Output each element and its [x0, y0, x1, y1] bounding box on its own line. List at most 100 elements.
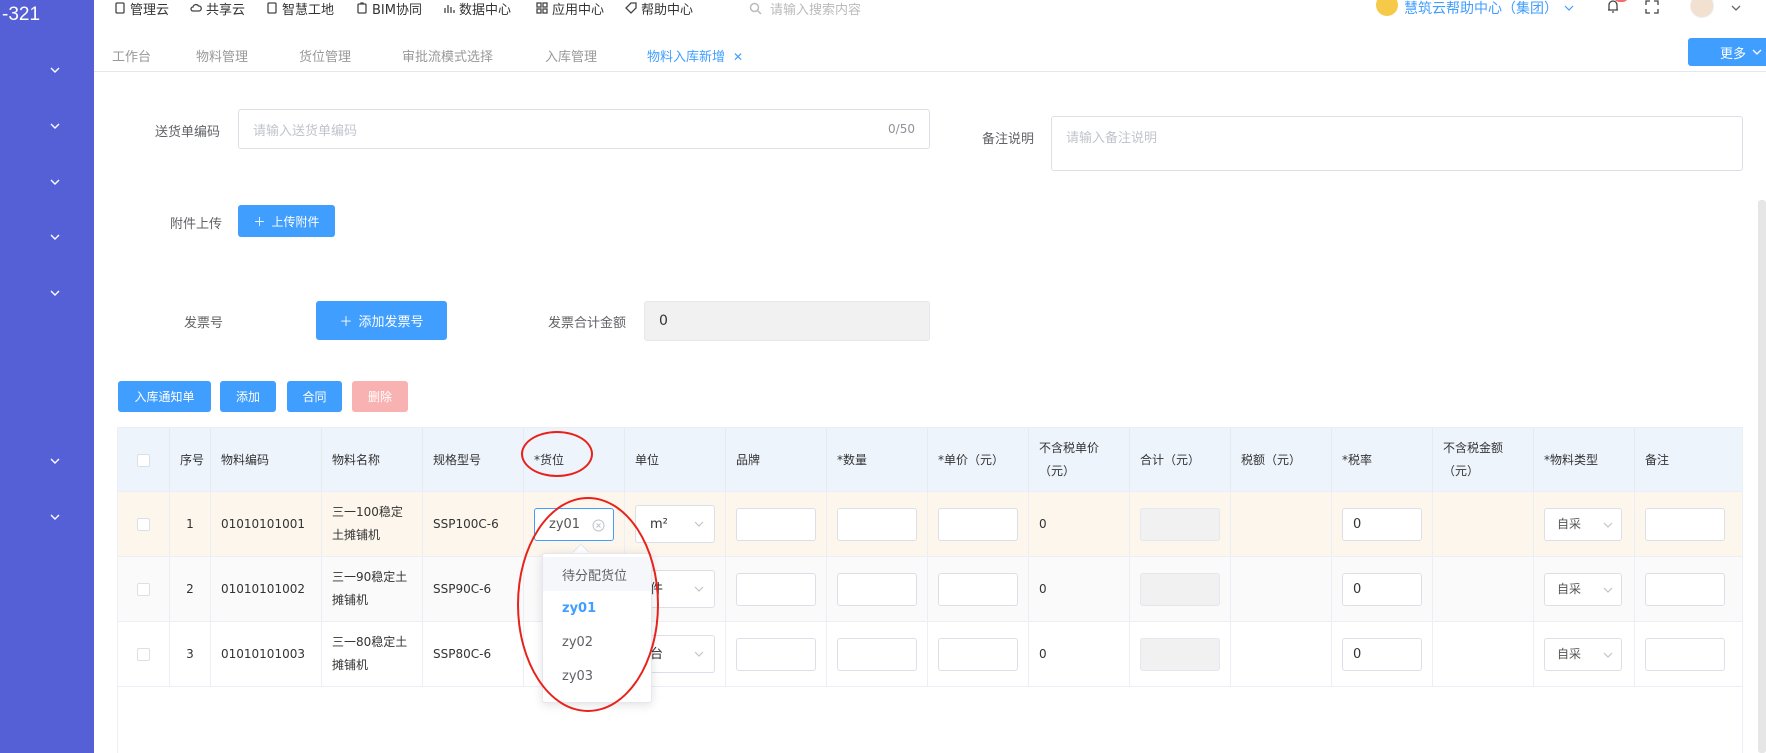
search-input[interactable]: 请输入搜索内容	[770, 0, 861, 18]
qty-input[interactable]	[837, 572, 917, 606]
material-type-select[interactable]: 自采	[1544, 572, 1622, 606]
sidebar-title: -321	[2, 4, 41, 25]
tab-material-inbound-new[interactable]: 物料入库新增 ✕	[647, 46, 743, 65]
inbound-notice-button[interactable]: 入库通知单	[118, 381, 211, 412]
upload-attachment-button[interactable]: ＋ 上传附件	[238, 205, 335, 237]
dropdown-option-selected[interactable]: zy01	[543, 591, 651, 625]
chevron-down-icon	[1603, 522, 1613, 528]
select-all-checkbox[interactable]	[137, 453, 150, 467]
invoice-total-field: 0	[644, 301, 930, 341]
dropdown-option[interactable]: 待分配货位	[543, 557, 651, 591]
qty-input[interactable]	[837, 637, 917, 671]
dropdown-option[interactable]: zy02	[543, 625, 651, 659]
brand-input[interactable]	[736, 572, 816, 606]
cell-price-ex-tax: 0	[1029, 492, 1130, 556]
cell-seq: 2	[170, 557, 211, 621]
nav-item-smart-site[interactable]: 智慧工地	[266, 0, 334, 18]
tab-material-management[interactable]: 物料管理	[196, 46, 248, 65]
sidebar-chevron-down-icon[interactable]	[49, 120, 61, 132]
sidebar-chevron-down-icon[interactable]	[49, 64, 61, 76]
attachment-label: 附件上传	[170, 217, 223, 232]
sidebar: -321	[0, 0, 94, 753]
cell-name: 三一100稳定 土摊铺机	[322, 492, 423, 556]
help-center-dropdown[interactable]: 慧筑云帮助中心（集团）	[1376, 0, 1574, 17]
contract-button[interactable]: 合同	[287, 381, 342, 412]
add-row-button[interactable]: 添加	[220, 381, 276, 412]
tab-workbench[interactable]: 工作台	[112, 46, 151, 65]
cell-tax	[1231, 622, 1332, 686]
document-icon	[267, 2, 277, 14]
brand-input[interactable]	[736, 637, 816, 671]
delivery-code-label: 送货单编码	[155, 125, 221, 140]
tab-inbound-management[interactable]: 入库管理	[545, 46, 597, 65]
cell-spec: SSP100C-6	[423, 492, 524, 556]
global-search[interactable]: 请输入搜索内容	[749, 0, 861, 18]
row-checkbox[interactable]	[137, 517, 150, 531]
close-icon[interactable]: ✕	[733, 50, 743, 64]
cell-seq: 1	[170, 492, 211, 556]
header-tax-rate: *税率	[1332, 428, 1433, 492]
fullscreen-icon[interactable]	[1645, 0, 1659, 14]
material-table: 序号 物料编码 物料名称 规格型号 *货位 单位 品牌 *数量 *单价（元） 不…	[117, 427, 1743, 753]
sidebar-chevron-down-icon[interactable]	[49, 287, 61, 299]
material-type-select[interactable]: 自采	[1544, 507, 1622, 541]
delivery-code-input[interactable]: 请输入送货单编码 0/50	[238, 109, 930, 149]
location-dropdown: 待分配货位 zy01 zy02 zy03	[542, 553, 652, 703]
nav-item-help-center[interactable]: 帮助中心	[625, 0, 693, 18]
table-row: 1 01010101001 三一100稳定 土摊铺机 SSP100C-6 zy0…	[118, 492, 1742, 557]
sidebar-chevron-down-icon[interactable]	[49, 176, 61, 188]
tax-rate-input[interactable]: 0	[1342, 637, 1422, 671]
cloud-icon	[190, 3, 202, 12]
nav-item-management-cloud[interactable]: 管理云	[114, 0, 169, 18]
unit-select[interactable]: m²	[635, 505, 715, 543]
remark-textarea[interactable]: 请输入备注说明	[1051, 116, 1743, 171]
delete-button[interactable]: 删除	[352, 381, 408, 412]
header-spec: 规格型号	[423, 428, 524, 492]
nav-item-bim[interactable]: BIM协同	[356, 0, 422, 18]
material-type-select[interactable]: 自采	[1544, 637, 1622, 671]
price-input[interactable]	[938, 507, 1018, 541]
chevron-down-icon	[694, 586, 704, 592]
header-price: *单价（元）	[928, 428, 1029, 492]
tab-location-management[interactable]: 货位管理	[299, 46, 351, 65]
qty-input[interactable]	[837, 507, 917, 541]
header-brand: 品牌	[726, 428, 827, 492]
header-qty: *数量	[827, 428, 928, 492]
brand-input[interactable]	[736, 507, 816, 541]
more-button[interactable]: 更多	[1688, 38, 1766, 66]
price-input[interactable]	[938, 637, 1018, 671]
nav-item-share-cloud[interactable]: 共享云	[190, 0, 245, 18]
remark-input[interactable]	[1645, 572, 1725, 606]
tax-rate-input[interactable]: 0	[1342, 507, 1422, 541]
header-location: *货位	[524, 428, 625, 492]
sidebar-chevron-down-icon[interactable]	[49, 231, 61, 243]
tab-approval-mode[interactable]: 审批流模式选择	[402, 46, 493, 65]
row-checkbox[interactable]	[137, 647, 150, 661]
sidebar-chevron-down-icon[interactable]	[49, 511, 61, 523]
header-tax: 税额（元）	[1231, 428, 1332, 492]
add-invoice-button[interactable]: ＋ 添加发票号	[316, 301, 447, 340]
row-checkbox[interactable]	[137, 582, 150, 596]
bell-icon[interactable]	[1605, 0, 1628, 14]
cell-amount-ex-tax	[1433, 492, 1534, 556]
tax-rate-input[interactable]: 0	[1342, 572, 1422, 606]
table-header: 序号 物料编码 物料名称 规格型号 *货位 单位 品牌 *数量 *单价（元） 不…	[118, 427, 1742, 492]
document-icon	[115, 2, 125, 14]
dropdown-option[interactable]: zy03	[543, 659, 651, 693]
cell-tax	[1231, 557, 1332, 621]
tab-bar: 工作台 物料管理 货位管理 审批流模式选择 入库管理 物料入库新增 ✕ 更多	[94, 38, 1766, 72]
chevron-down-icon[interactable]	[1730, 2, 1742, 14]
total-field	[1140, 572, 1220, 606]
remark-input[interactable]	[1645, 507, 1725, 541]
clear-icon[interactable]	[592, 519, 605, 532]
page-scrollbar[interactable]	[1758, 200, 1766, 753]
sidebar-chevron-down-icon[interactable]	[49, 455, 61, 467]
nav-item-data-center[interactable]: 数据中心	[443, 0, 511, 18]
top-nav: 管理云 共享云 智慧工地 BIM协同 数据中心 应用中心 帮助中心 请输入搜索内…	[94, 0, 1766, 18]
location-select[interactable]: zy01	[534, 507, 614, 541]
remark-input[interactable]	[1645, 637, 1725, 671]
chevron-down-icon	[694, 651, 704, 657]
avatar[interactable]	[1690, 0, 1714, 18]
price-input[interactable]	[938, 572, 1018, 606]
nav-item-app-center[interactable]: 应用中心	[536, 0, 604, 18]
